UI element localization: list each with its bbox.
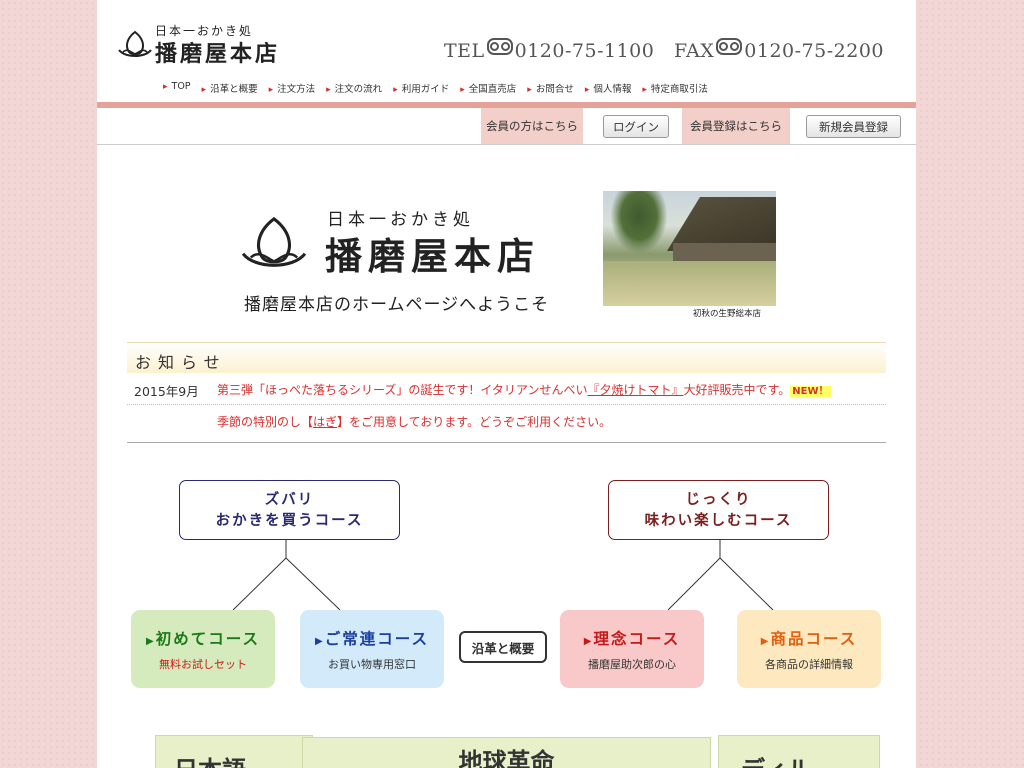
course-group-buy: ズバリ おかきを買うコース	[179, 480, 400, 540]
course-products[interactable]: ▶商品コース 各商品の詳細情報	[737, 610, 881, 688]
history-button[interactable]: 沿革と概要	[459, 631, 547, 663]
course-first[interactable]: ▶初めてコース 無料お試しセット	[131, 610, 275, 688]
course-regular[interactable]: ▶ご常連コース お買い物専用窓口	[300, 610, 444, 688]
page-container: 日本一おかき処 播磨屋本店 TEL 0120-75-1100 FAX 0120-75…	[97, 0, 916, 768]
course-group-taste: じっくり 味わい楽しむコース	[608, 480, 829, 540]
banner-right[interactable]: ディル	[718, 735, 880, 768]
banner-left[interactable]: 日本語	[155, 735, 313, 768]
banner-center[interactable]: 地球革命	[302, 737, 711, 768]
course-philosophy[interactable]: ▶理念コース 播磨屋助次郎の心	[560, 610, 704, 688]
